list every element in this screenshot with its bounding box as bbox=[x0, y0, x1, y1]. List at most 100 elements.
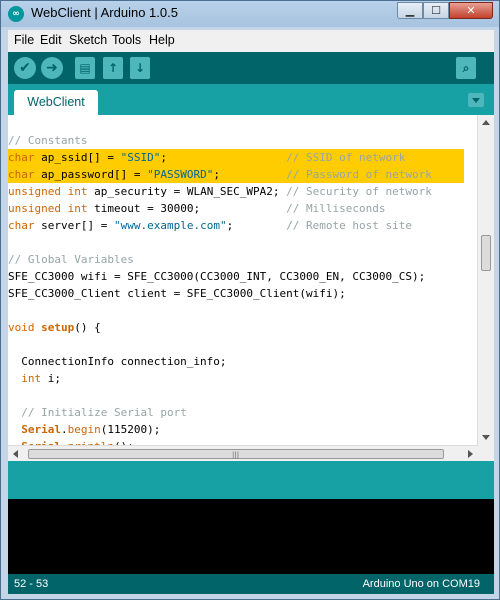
code-token-plain: timeout = 30000; bbox=[87, 202, 287, 215]
maximize-button[interactable]: ☐ bbox=[423, 2, 449, 19]
tab-strip: WebClient bbox=[8, 84, 494, 115]
serial-monitor-button[interactable]: ⌕ bbox=[456, 57, 476, 79]
code-token-str: "SSID" bbox=[120, 151, 161, 164]
code-line[interactable]: void setup() { bbox=[8, 319, 464, 336]
code-token-plain: ap_ssid[] = bbox=[34, 151, 121, 164]
code-editor[interactable]: // Constants char ap_ssid[] = "SSID"; // … bbox=[8, 115, 478, 445]
title-bar[interactable]: ∞ WebClient | Arduino 1.0.5 ▁ ☐ ✕ bbox=[1, 1, 499, 27]
verify-button[interactable]: ✔ bbox=[14, 57, 36, 79]
code-token-comment: // Initialize Serial port bbox=[21, 406, 187, 419]
code-line[interactable] bbox=[8, 302, 464, 319]
code-line[interactable]: char server[] = "www.example.com"; // Re… bbox=[8, 217, 464, 234]
code-line[interactable]: char ap_password[] = "PASSWORD"; // Pass… bbox=[8, 166, 464, 183]
code-line[interactable]: // Global Variables bbox=[8, 251, 464, 268]
ide-client-area: File Edit Sketch Tools Help ✔ ➜ ▤ ↑ ↓ ⌕ … bbox=[8, 30, 494, 594]
code-token-comment: // Milliseconds bbox=[286, 202, 386, 215]
menu-help[interactable]: Help bbox=[149, 33, 175, 47]
code-token-kw: char bbox=[8, 168, 35, 181]
arduino-window: ∞ WebClient | Arduino 1.0.5 ▁ ☐ ✕ File E… bbox=[0, 0, 500, 600]
arduino-logo-icon: ∞ bbox=[8, 6, 24, 22]
code-token-plain: (115200); bbox=[100, 423, 161, 436]
vertical-scroll-thumb[interactable] bbox=[481, 235, 491, 271]
code-line[interactable]: int i; bbox=[8, 370, 464, 387]
line-number-indicator: 52 - 53 bbox=[14, 578, 49, 590]
minimize-button[interactable]: ▁ bbox=[397, 2, 423, 19]
code-line[interactable]: ConnectionInfo connection_info; bbox=[8, 353, 464, 370]
code-token-kw: unsigned int bbox=[8, 185, 88, 198]
menu-edit[interactable]: Edit bbox=[40, 33, 62, 47]
scroll-up-arrow-icon[interactable] bbox=[482, 120, 490, 125]
code-token-kw: void bbox=[8, 321, 35, 334]
code-token-comment: // Remote host site bbox=[286, 219, 413, 232]
horizontal-scrollbar[interactable]: ||| bbox=[8, 445, 478, 462]
code-token-plain: ap_security = WLAN_SEC_WPA2; bbox=[87, 185, 287, 198]
code-line[interactable] bbox=[8, 336, 464, 353]
code-token-kw: int bbox=[21, 372, 42, 385]
upload-button[interactable]: ➜ bbox=[41, 57, 63, 79]
code-token-plain: ; bbox=[226, 219, 287, 232]
close-button[interactable]: ✕ bbox=[449, 2, 493, 19]
code-token-kw: char bbox=[8, 219, 35, 232]
board-port-indicator: Arduino Uno on COM19 bbox=[362, 578, 480, 590]
menu-sketch[interactable]: Sketch bbox=[69, 33, 107, 47]
code-token-comment: // Security of network bbox=[286, 185, 432, 198]
toolbar: ✔ ➜ ▤ ↑ ↓ ⌕ bbox=[8, 52, 494, 84]
open-sketch-button[interactable]: ↑ bbox=[103, 57, 123, 79]
code-line[interactable]: // Constants bbox=[8, 132, 464, 149]
save-sketch-button[interactable]: ↓ bbox=[130, 57, 150, 79]
code-line[interactable]: char ap_ssid[] = "SSID"; // SSID of netw… bbox=[8, 149, 464, 166]
code-token-plain: SFE_CC3000_Client client = SFE_CC3000_Cl… bbox=[8, 287, 346, 300]
code-token-kw: char bbox=[8, 151, 35, 164]
code-line[interactable] bbox=[8, 234, 464, 251]
code-token-plain: i; bbox=[41, 372, 61, 385]
code-line[interactable]: Serial.begin(115200); bbox=[8, 421, 464, 438]
scroll-right-arrow-icon[interactable] bbox=[468, 450, 473, 458]
code-token-kw: unsigned int bbox=[8, 202, 88, 215]
code-token-plain: ; bbox=[160, 151, 287, 164]
scrollbar-corner bbox=[478, 445, 494, 461]
code-line[interactable]: Serial.println(); bbox=[8, 438, 464, 445]
menu-tools[interactable]: Tools bbox=[112, 33, 141, 47]
code-token-plain: ; bbox=[213, 168, 287, 181]
menu-file[interactable]: File bbox=[14, 33, 34, 47]
window-controls: ▁ ☐ ✕ bbox=[397, 2, 493, 20]
tab-webclient[interactable]: WebClient bbox=[14, 90, 98, 115]
window-title: WebClient | Arduino 1.0.5 bbox=[31, 5, 178, 20]
code-line[interactable]: SFE_CC3000_Client client = SFE_CC3000_Cl… bbox=[8, 285, 464, 302]
code-token-plain: SFE_CC3000 wifi = SFE_CC3000(CC3000_INT,… bbox=[8, 270, 426, 283]
code-token-plain: () { bbox=[74, 321, 101, 334]
scroll-down-arrow-icon[interactable] bbox=[482, 435, 490, 440]
code-token-comment: // Global Variables bbox=[8, 253, 134, 266]
code-token-fn: Serial bbox=[21, 423, 61, 436]
menu-bar: File Edit Sketch Tools Help bbox=[8, 30, 494, 52]
status-bar: 52 - 53 Arduino Uno on COM19 bbox=[8, 574, 494, 594]
code-token-comment: // SSID of network bbox=[286, 151, 406, 164]
new-sketch-button[interactable]: ▤ bbox=[75, 57, 95, 79]
grip-icon: ||| bbox=[232, 451, 240, 459]
code-token-plain: . bbox=[61, 423, 68, 436]
code-line[interactable]: // Initialize Serial port bbox=[8, 404, 464, 421]
code-line[interactable]: unsigned int timeout = 30000; // Millise… bbox=[8, 200, 464, 217]
tab-menu-chevron-down-icon[interactable] bbox=[468, 93, 484, 107]
horizontal-scroll-thumb[interactable]: ||| bbox=[28, 449, 444, 459]
code-token-plain: ConnectionInfo connection_info; bbox=[8, 355, 227, 368]
code-token-kw: begin bbox=[67, 423, 101, 436]
code-line[interactable] bbox=[8, 115, 464, 132]
code-line[interactable] bbox=[8, 387, 464, 404]
console-output[interactable] bbox=[8, 499, 494, 574]
code-line[interactable]: unsigned int ap_security = WLAN_SEC_WPA2… bbox=[8, 183, 464, 200]
code-token-comment: // Constants bbox=[8, 134, 88, 147]
code-token-str: "www.example.com" bbox=[113, 219, 227, 232]
code-token-comment: // Password of network bbox=[286, 168, 432, 181]
code-token-fn: setup bbox=[41, 321, 75, 334]
code-token-plain: ap_password[] = bbox=[34, 168, 148, 181]
code-token-str: "PASSWORD" bbox=[147, 168, 214, 181]
scroll-left-arrow-icon[interactable] bbox=[13, 450, 18, 458]
vertical-scrollbar[interactable] bbox=[477, 115, 494, 445]
code-token-plain: server[] = bbox=[34, 219, 114, 232]
message-area bbox=[8, 461, 494, 499]
code-line[interactable]: SFE_CC3000 wifi = SFE_CC3000(CC3000_INT,… bbox=[8, 268, 464, 285]
